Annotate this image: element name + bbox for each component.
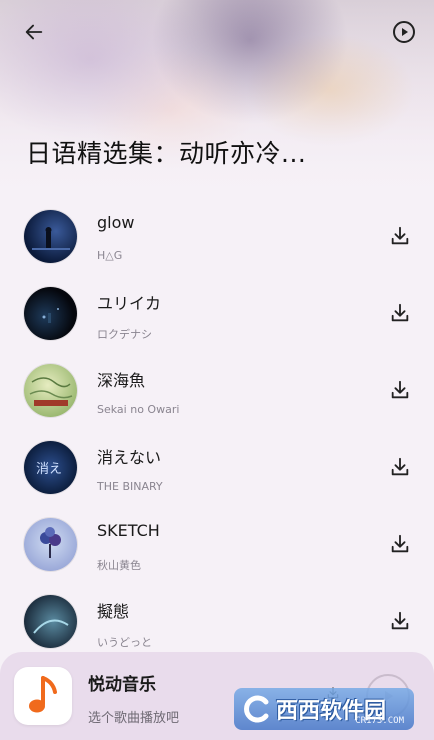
download-icon <box>391 611 409 630</box>
album-cover: 消え <box>24 441 77 494</box>
cover-art-eureka <box>42 308 59 323</box>
play-all-button[interactable] <box>386 14 422 50</box>
song-artist: 秋山黄色 <box>97 559 141 572</box>
playlist-title: 日语精选集：动听亦冷... <box>26 139 307 168</box>
song-list: glow H△G ユリイカ ロクデナシ 深海魚 Sekai no Owari 消… <box>0 198 434 660</box>
cover-art-shinkaigyo <box>29 377 73 406</box>
play-circle-icon <box>393 21 415 43</box>
player-app-name: 悦动音乐 <box>88 675 156 695</box>
song-title: SKETCH <box>97 521 160 540</box>
download-icon <box>391 380 409 399</box>
song-title: 深海魚 <box>97 371 146 390</box>
album-cover <box>24 518 77 571</box>
app-logo <box>14 667 72 725</box>
song-artist: いうどっと <box>97 636 152 649</box>
album-cover <box>24 287 77 340</box>
download-button[interactable] <box>388 301 412 325</box>
song-row[interactable]: 消え 消えない THE BINARY <box>0 429 434 506</box>
download-button[interactable] <box>388 609 412 633</box>
player-status-text: 选个歌曲播放吧 <box>88 711 180 726</box>
song-row[interactable]: SKETCH 秋山黄色 <box>0 506 434 583</box>
watermark-url: CR173.COM <box>355 716 404 726</box>
song-title: glow <box>97 213 135 232</box>
cover-art-sketch <box>40 527 61 558</box>
album-cover <box>24 595 77 648</box>
download-button[interactable] <box>388 378 412 402</box>
song-title: ユリイカ <box>97 294 162 313</box>
download-icon <box>391 303 409 322</box>
album-cover <box>24 364 77 417</box>
cover-art-kienai: 消え <box>36 462 62 477</box>
song-artist: ロクデナシ <box>97 328 152 341</box>
song-artist: THE BINARY <box>97 480 163 493</box>
cover-art-glow <box>32 227 70 250</box>
watermark-c-icon <box>244 695 269 723</box>
playlist-header <box>0 0 434 200</box>
download-button[interactable] <box>388 532 412 556</box>
album-cover <box>24 210 77 263</box>
music-note-icon <box>29 676 57 713</box>
cover-art-gitai <box>33 619 69 634</box>
header-artwork-fade <box>0 0 434 200</box>
song-row[interactable]: glow H△G <box>0 198 434 275</box>
arrow-left-icon <box>25 24 43 40</box>
download-icon <box>391 226 409 245</box>
song-title: 消えない <box>97 448 162 467</box>
song-row[interactable]: ユリイカ ロクデナシ <box>0 275 434 352</box>
song-row[interactable]: 擬態 いうどっと <box>0 583 434 660</box>
watermark-logo: 西西软件园 CR173.COM <box>234 688 414 730</box>
song-artist: H△G <box>97 249 123 262</box>
download-button[interactable] <box>388 224 412 248</box>
back-button[interactable] <box>16 14 52 50</box>
song-row[interactable]: 深海魚 Sekai no Owari <box>0 352 434 429</box>
download-icon <box>391 457 409 476</box>
song-title: 擬態 <box>97 602 130 621</box>
download-icon <box>391 534 409 553</box>
download-button[interactable] <box>388 455 412 479</box>
svg-text:消え: 消え <box>36 462 62 477</box>
song-artist: Sekai no Owari <box>97 403 180 416</box>
